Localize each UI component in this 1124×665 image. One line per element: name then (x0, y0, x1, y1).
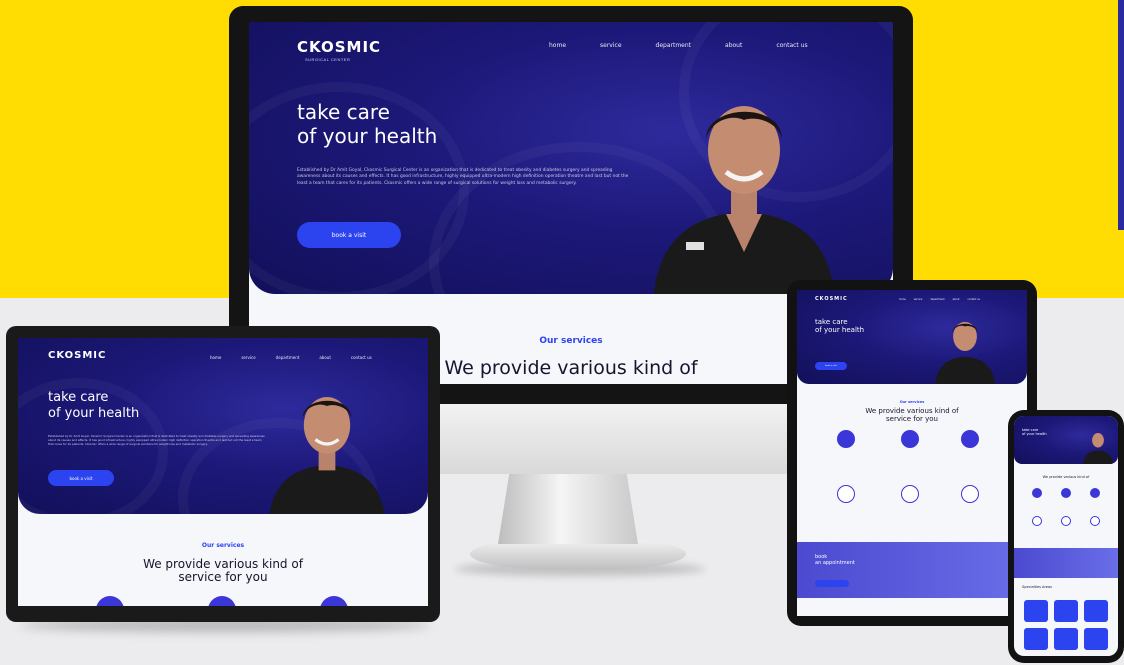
specialty-tile[interactable] (1024, 600, 1048, 622)
appointment-line2: an appointment (815, 560, 855, 566)
laptop-site-logo[interactable]: CKOSMIC (48, 350, 106, 361)
hero-headline-line2: of your health (1022, 432, 1047, 437)
tablet-services-title: We provide various kind of service for y… (797, 407, 1027, 423)
nav-home[interactable]: home (549, 42, 566, 49)
tablet-screen: CKOSMIC home service department about co… (797, 290, 1027, 616)
service-icon[interactable] (901, 430, 919, 448)
hero-headline-line2: of your health (297, 124, 438, 148)
phone-screen: take care of your health We provide vari… (1014, 416, 1118, 656)
nav-department[interactable]: department (930, 298, 944, 301)
tablet-main-nav: home service department about contact us (899, 298, 980, 301)
tablet-site-logo[interactable]: CKOSMIC (815, 296, 848, 302)
nav-about[interactable]: about (319, 355, 331, 360)
service-icon[interactable] (96, 596, 124, 606)
service-icon[interactable] (1061, 488, 1071, 498)
services-title-line2: service for you (178, 570, 268, 585)
laptop-hero-section: CKOSMIC home service department about co… (18, 338, 428, 514)
device-mockup-stage: CKOSMIC SURGICAL CENTER home service dep… (0, 0, 1124, 665)
laptop-book-visit-button[interactable]: book a visit (48, 470, 114, 486)
main-nav: home service department about contact us (549, 42, 808, 49)
nav-department[interactable]: department (276, 355, 300, 360)
service-icon[interactable] (837, 430, 855, 448)
service-icon[interactable] (901, 485, 919, 503)
specialty-tile[interactable] (1084, 600, 1108, 622)
service-icon[interactable] (1032, 488, 1042, 498)
tablet-services-label: Our services (899, 400, 925, 404)
phone-doctor-photo (1083, 433, 1113, 464)
hero-description: Established by Dr Amit Goyal, Ckosmic Su… (297, 168, 629, 186)
appointment-banner: book an appointment (797, 542, 1027, 598)
phone-hero-headline: take care of your health (1022, 428, 1047, 436)
hero-headline-line1: take care (48, 390, 109, 405)
service-icon[interactable] (961, 430, 979, 448)
tablet-hero-section: CKOSMIC home service department about co… (797, 290, 1027, 384)
hero-headline: take care of your health (297, 100, 437, 148)
services-title-line2: service for you (885, 414, 938, 423)
service-icon[interactable] (1032, 516, 1042, 526)
service-icon[interactable] (1061, 516, 1071, 526)
nav-contact-us[interactable]: contact us (967, 298, 979, 301)
nav-contact-us[interactable]: contact us (351, 355, 372, 360)
service-icon[interactable] (208, 596, 236, 606)
hero-headline-line1: take care (815, 318, 848, 326)
monitor-neck (498, 474, 638, 544)
nav-home[interactable]: home (210, 355, 221, 360)
background-edge-accent (1118, 0, 1124, 230)
specialty-tile[interactable] (1084, 628, 1108, 650)
nav-service[interactable]: service (241, 355, 255, 360)
laptop-doctor-photo (269, 397, 385, 514)
laptop-screen: CKOSMIC home service department about co… (18, 338, 428, 606)
appointment-heading: book an appointment (815, 554, 855, 566)
service-icon[interactable] (1090, 516, 1100, 526)
service-icon[interactable] (1090, 488, 1100, 498)
specialties-title: Specialties Areas (1022, 585, 1052, 589)
nav-about[interactable]: about (953, 298, 960, 301)
service-icon[interactable] (320, 596, 348, 606)
hero-headline-line2: of your health (48, 405, 140, 421)
tablet-hero-headline: take care of your health (815, 318, 864, 335)
nav-contact-us[interactable]: contact us (776, 42, 807, 49)
nav-department[interactable]: department (656, 42, 692, 49)
doctor-photo (654, 106, 834, 294)
hero-section: CKOSMIC SURGICAL CENTER home service dep… (249, 22, 893, 294)
phone-hero-section: take care of your health (1014, 416, 1118, 464)
laptop-services-title: We provide various kind of service for y… (18, 557, 428, 585)
nav-service[interactable]: service (600, 42, 622, 49)
laptop-main-nav: home service department about contact us (210, 355, 372, 360)
specialty-tile[interactable] (1054, 628, 1078, 650)
laptop-hero-headline: take care of your health (48, 390, 139, 421)
tablet-doctor-photo (935, 321, 995, 384)
nav-service[interactable]: service (914, 298, 923, 301)
specialty-tile[interactable] (1054, 600, 1078, 622)
nav-about[interactable]: about (725, 42, 742, 49)
hero-headline-line1: take care (297, 100, 390, 124)
phone-appointment-banner (1014, 548, 1118, 578)
site-logo[interactable]: CKOSMIC (297, 38, 381, 56)
laptop-services-label: Our services (201, 542, 245, 549)
service-icon[interactable] (961, 485, 979, 503)
phone-services-title: We provide various kind of (1042, 475, 1090, 479)
laptop-hero-description: Established by Dr Amit Goyal, Ckosmic Su… (48, 434, 265, 447)
site-logo-tagline: SURGICAL CENTER (305, 57, 351, 62)
hero-headline-line2: of your health (815, 326, 865, 335)
specialty-tile[interactable] (1024, 628, 1048, 650)
appointment-button[interactable] (815, 580, 849, 587)
nav-home[interactable]: home (899, 298, 906, 301)
service-icon[interactable] (837, 485, 855, 503)
tablet-book-visit-button[interactable]: book a visit (815, 362, 847, 370)
book-visit-button[interactable]: book a visit (297, 222, 401, 248)
